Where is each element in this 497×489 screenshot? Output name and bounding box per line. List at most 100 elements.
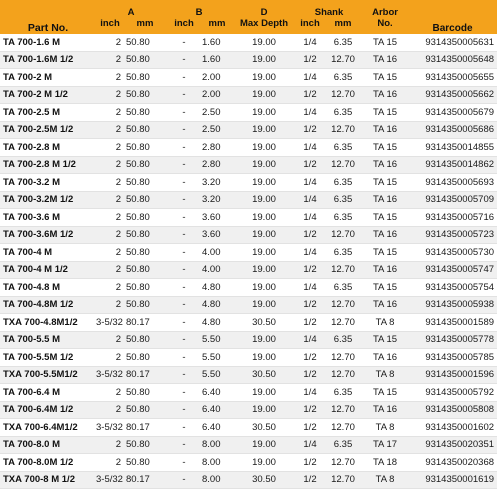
cell-shank-mm: 12.70: [324, 121, 363, 139]
cell-barcode: 9314350005938: [408, 296, 497, 314]
cell-barcode: 9314350001619: [408, 471, 497, 489]
cell-arbor-no: TA 18: [362, 453, 409, 472]
cell-a-inch: 3-5/32: [96, 471, 124, 489]
cell-b-mm: 8.00: [202, 471, 232, 489]
cell-arbor-no: TA 15: [362, 138, 409, 157]
cell-max-depth: 19.00: [232, 173, 296, 192]
cell-shank-inch: 1/4: [296, 191, 324, 209]
cell-a-mm: 50.80: [124, 296, 166, 314]
table-row: TA 700-3.2M 1/2 2 50.80-3.20 19.00 1/4 6.35 TA…: [0, 191, 497, 209]
cell-shank-inch: 1/2: [296, 156, 324, 174]
cell-b-inch: -: [166, 121, 202, 139]
cell-a-inch: 2: [96, 401, 124, 419]
cell-barcode: 9314350005808: [408, 401, 497, 419]
cell-max-depth: 19.00: [232, 243, 296, 262]
cell-shank-mm: 6.35: [324, 138, 363, 157]
cell-shank-mm: 12.70: [324, 401, 363, 419]
cell-barcode: 9314350005631: [408, 34, 497, 52]
cell-b-inch: -: [166, 261, 202, 279]
header-arbor-no: No.: [362, 18, 409, 34]
cell-a-mm: 80.17: [124, 471, 166, 489]
cell-arbor-no: TA 16: [362, 296, 409, 314]
cell-shank-inch: 1/2: [296, 453, 324, 472]
cell-barcode: 9314350001589: [408, 313, 497, 332]
cell-a-inch: 2: [96, 173, 124, 192]
cell-b-mm: 3.60: [202, 208, 232, 227]
cell-a-inch: 2: [96, 103, 124, 122]
cell-b-mm: 8.00: [202, 436, 232, 454]
cell-max-depth: 19.00: [232, 68, 296, 87]
cell-barcode: 9314350005679: [408, 103, 497, 122]
cell-a-inch: 2: [96, 348, 124, 367]
cell-arbor-no: TA 15: [362, 278, 409, 297]
cell-a-mm: 50.80: [124, 453, 166, 472]
cell-shank-mm: 6.35: [324, 436, 363, 454]
cell-barcode: 9314350005686: [408, 121, 497, 139]
table-row: TXA 700-5.5M1/2 3-5/32 80.17-5.50 30.50 1/2 1…: [0, 366, 497, 384]
cell-b-inch: -: [166, 401, 202, 419]
cell-part-no: TA 700-6.4M 1/2: [0, 401, 96, 419]
cell-arbor-no: TA 16: [362, 261, 409, 279]
cell-a-mm: 50.80: [124, 51, 166, 69]
cell-a-mm: 50.80: [124, 278, 166, 297]
cell-a-mm: 50.80: [124, 68, 166, 87]
cell-shank-mm: 6.35: [324, 383, 363, 402]
cell-max-depth: 19.00: [232, 401, 296, 419]
table-row: TA 700-5.5M 1/2 2 50.80-5.50 19.00 1/2 12.70 T…: [0, 348, 497, 367]
table-row: TXA 700-6.4M1/2 3-5/32 80.17-6.40 30.50 1/2 1…: [0, 418, 497, 437]
cell-a-mm: 50.80: [124, 436, 166, 454]
cell-max-depth: 19.00: [232, 86, 296, 104]
cell-barcode: 9314350005693: [408, 173, 497, 192]
cell-part-no: TA 700-2 M 1/2: [0, 86, 96, 104]
cell-a-mm: 50.80: [124, 348, 166, 367]
cell-b-inch: -: [166, 453, 202, 472]
table-row: TA 700-3.6M 1/2 2 50.80-3.60 19.00 1/2 12.70 T…: [0, 226, 497, 244]
cell-barcode: 9314350005723: [408, 226, 497, 244]
cell-arbor-no: TA 15: [362, 243, 409, 262]
cell-arbor-no: TA 8: [362, 471, 409, 489]
cell-part-no: TXA 700-8 M 1/2: [0, 471, 96, 489]
cell-b-inch: -: [166, 191, 202, 209]
cell-a-mm: 80.17: [124, 366, 166, 384]
cell-a-inch: 2: [96, 156, 124, 174]
cell-max-depth: 30.50: [232, 313, 296, 332]
header-arbor: Arbor: [362, 0, 409, 18]
cell-b-mm: 6.40: [202, 383, 232, 402]
cell-b-inch: -: [166, 243, 202, 262]
cell-shank-inch: 1/2: [296, 121, 324, 139]
cell-b-inch: -: [166, 226, 202, 244]
cell-part-no: TA 700-3.6 M: [0, 208, 96, 227]
cell-shank-inch: 1/2: [296, 418, 324, 437]
cell-a-inch: 2: [96, 191, 124, 209]
header-a-mm: mm: [124, 18, 166, 34]
cell-shank-inch: 1/4: [296, 138, 324, 157]
cell-barcode: 9314350005754: [408, 278, 497, 297]
cell-shank-inch: 1/2: [296, 348, 324, 367]
cell-shank-inch: 1/4: [296, 34, 324, 52]
cell-barcode: 9314350005747: [408, 261, 497, 279]
cell-b-inch: -: [166, 68, 202, 87]
cell-barcode: 9314350005655: [408, 68, 497, 87]
cell-shank-mm: 12.70: [324, 418, 363, 437]
product-spec-table: Part No. A B D Shank Arbor Barcode inch …: [0, 0, 497, 489]
cell-a-mm: 50.80: [124, 103, 166, 122]
cell-arbor-no: TA 15: [362, 383, 409, 402]
cell-barcode: 9314350005785: [408, 348, 497, 367]
table-row: TA 700-4.8 M 2 50.80-4.80 19.00 1/4 6.35 TA 15…: [0, 278, 497, 297]
cell-part-no: TA 700-1.6M 1/2: [0, 51, 96, 69]
cell-b-mm: 2.00: [202, 68, 232, 87]
cell-max-depth: 19.00: [232, 383, 296, 402]
table-row: TA 700-2 M 2 50.80-2.00 19.00 1/4 6.35 TA 15 93…: [0, 68, 497, 87]
cell-a-inch: 2: [96, 34, 124, 52]
cell-a-mm: 50.80: [124, 156, 166, 174]
cell-shank-mm: 6.35: [324, 34, 363, 52]
cell-b-mm: 1.60: [202, 34, 232, 52]
cell-b-inch: -: [166, 348, 202, 367]
cell-max-depth: 19.00: [232, 51, 296, 69]
cell-part-no: TA 700-5.5M 1/2: [0, 348, 96, 367]
cell-a-inch: 2: [96, 86, 124, 104]
header-b-inch: inch: [166, 18, 202, 34]
cell-shank-mm: 6.35: [324, 208, 363, 227]
cell-shank-mm: 6.35: [324, 331, 363, 349]
cell-part-no: TA 700-6.4 M: [0, 383, 96, 402]
